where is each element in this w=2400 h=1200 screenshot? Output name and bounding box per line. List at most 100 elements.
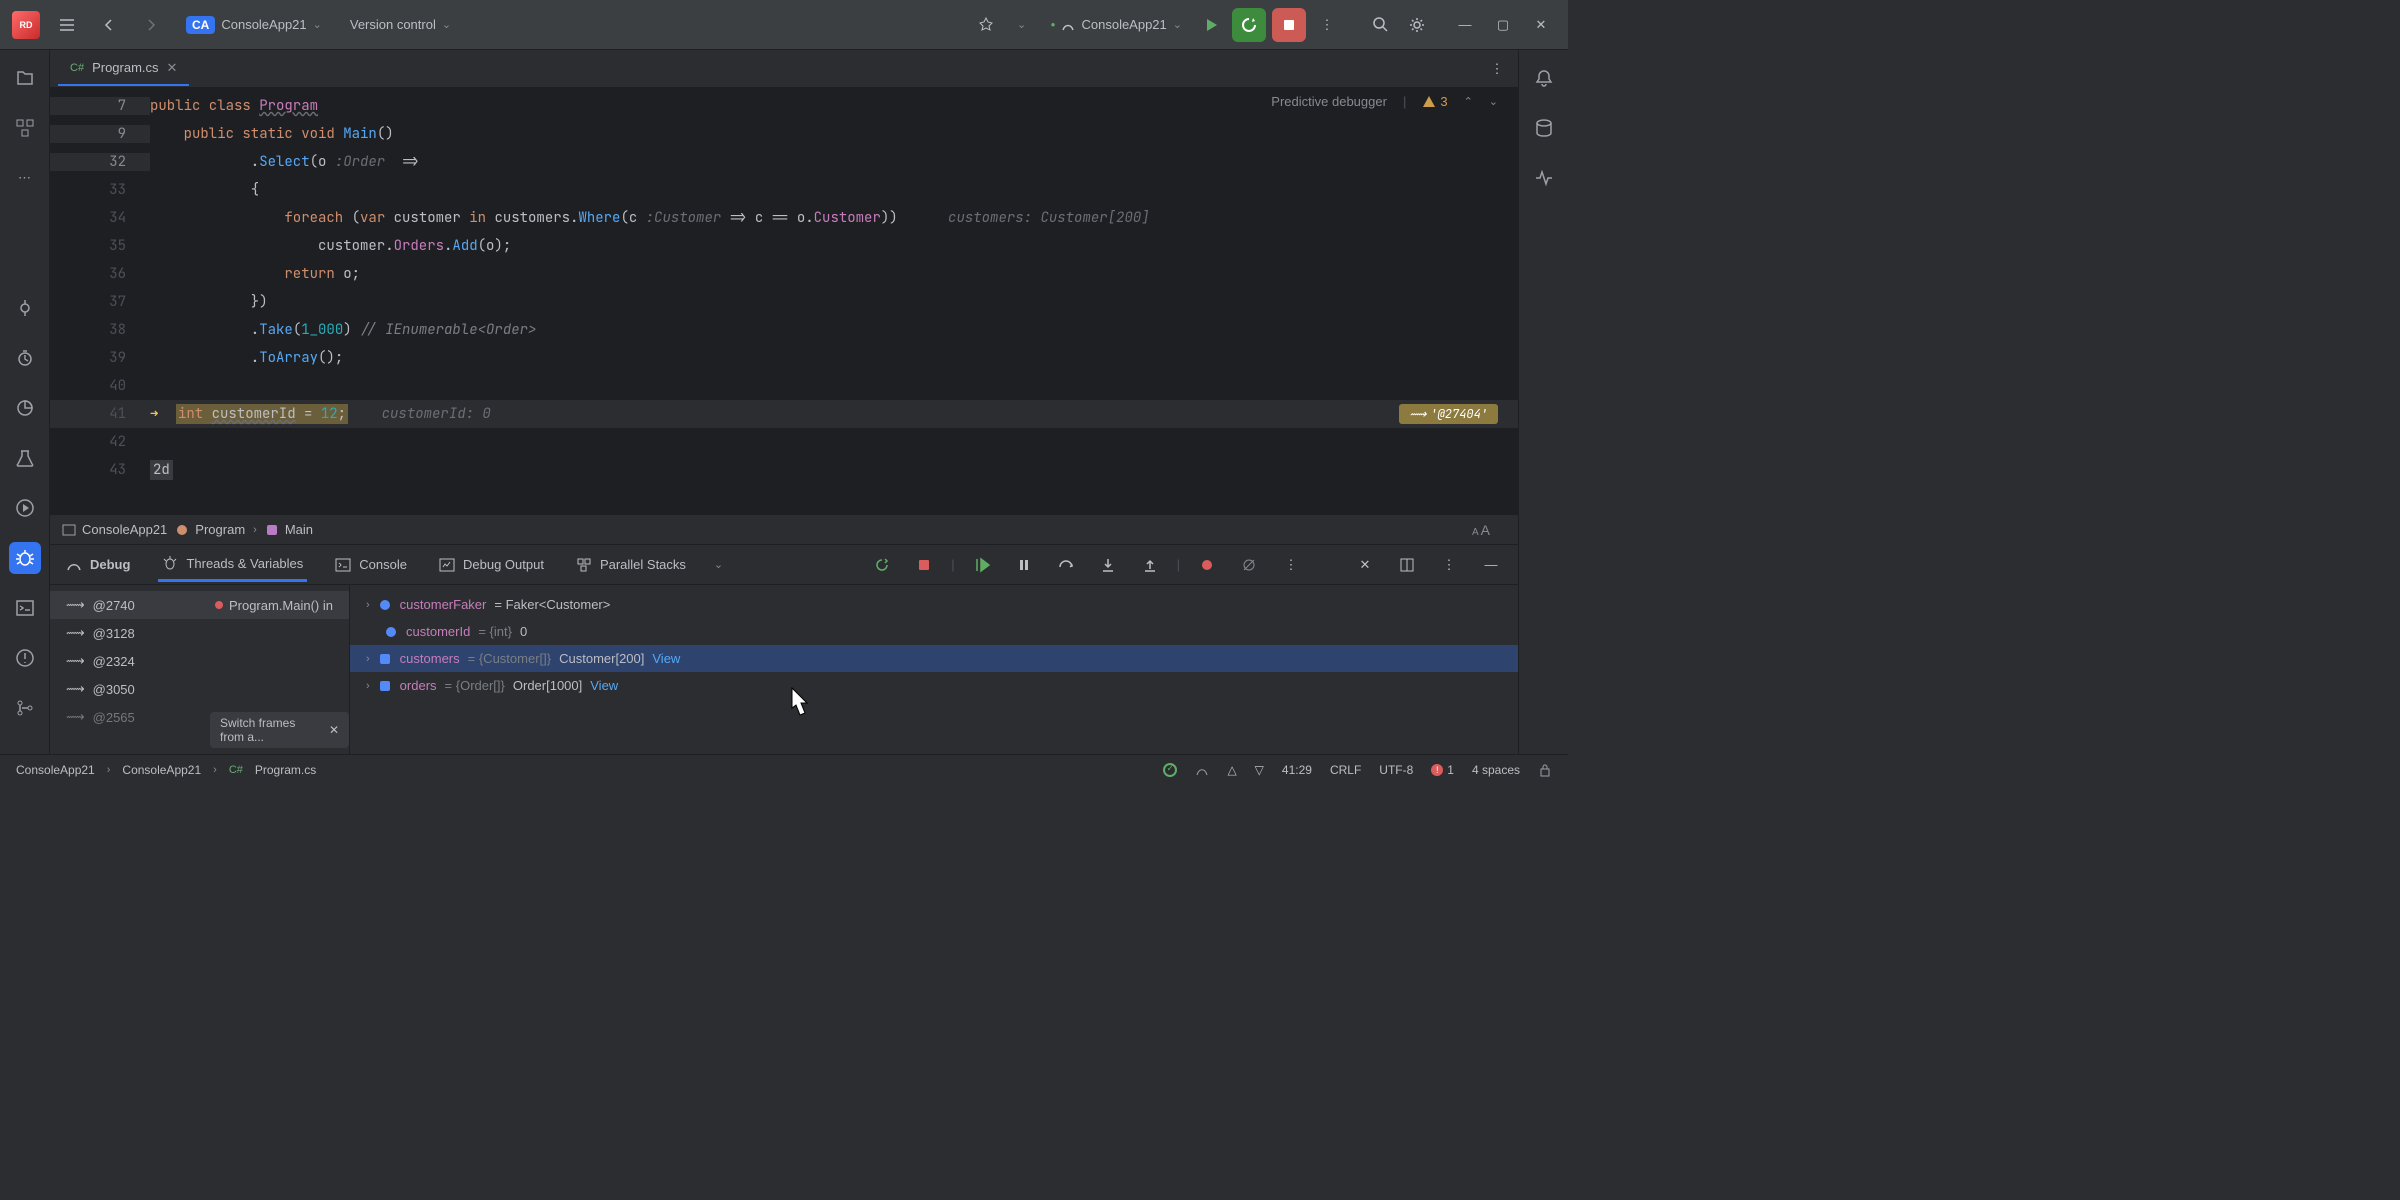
- variable-row[interactable]: ›customers = {Customer[]} Customer[200] …: [350, 645, 1518, 672]
- debug-tab-output[interactable]: Debug Output: [435, 549, 548, 581]
- minimize-icon[interactable]: —: [1450, 10, 1480, 40]
- problems-icon[interactable]: [9, 642, 41, 674]
- gear-icon[interactable]: [1402, 10, 1432, 40]
- run-icon[interactable]: [1196, 10, 1226, 40]
- more-icon[interactable]: ⋮: [1312, 10, 1342, 40]
- editor-tabs: C# Program.cs ✕ ⋮: [50, 50, 1518, 88]
- encoding[interactable]: UTF-8: [1379, 763, 1413, 777]
- step-over-icon[interactable]: [1051, 550, 1081, 580]
- resume-icon[interactable]: [967, 550, 997, 580]
- line-separator[interactable]: CRLF: [1330, 763, 1361, 777]
- restart-button[interactable]: [1232, 8, 1266, 42]
- thread-item[interactable]: ⟿@3128: [50, 619, 349, 647]
- thread-marker[interactable]: ⟿'@27404': [1399, 404, 1498, 424]
- more-tools-icon[interactable]: ⋯: [9, 162, 41, 194]
- more-icon[interactable]: ⋮: [1276, 550, 1306, 580]
- timer-icon[interactable]: [9, 342, 41, 374]
- maximize-icon[interactable]: ▢: [1488, 10, 1518, 40]
- build-icon[interactable]: [971, 10, 1001, 40]
- code-breadcrumb: ConsoleApp21 Program › Main AA: [50, 514, 1518, 544]
- database-icon[interactable]: [1528, 112, 1560, 144]
- variable-row[interactable]: customerId = {int} 0: [350, 618, 1518, 645]
- debug-tab-console[interactable]: Console: [331, 549, 411, 581]
- forward-icon[interactable]: [136, 10, 166, 40]
- structure-icon[interactable]: [9, 112, 41, 144]
- step-out-icon[interactable]: [1135, 550, 1165, 580]
- close-panel-icon[interactable]: ✕: [1350, 550, 1380, 580]
- file-tab[interactable]: C# Program.cs ✕: [58, 52, 189, 86]
- error-count[interactable]: !1: [1431, 763, 1454, 777]
- code-editor[interactable]: Predictive debugger | 3 ⌃ ⌄ 7public clas…: [50, 88, 1518, 514]
- cursor-position[interactable]: 41:29: [1282, 763, 1312, 777]
- debug-config-icon: [1061, 18, 1075, 32]
- variables-list: ›customerFaker = Faker<Customer> custome…: [350, 585, 1518, 754]
- breadcrumb-item[interactable]: Program: [175, 522, 245, 537]
- run-tool-icon[interactable]: [9, 492, 41, 524]
- debug-tab-stacks[interactable]: Parallel Stacks: [572, 549, 690, 581]
- nav-up-icon[interactable]: △: [1227, 763, 1236, 777]
- view-link[interactable]: View: [590, 678, 618, 693]
- stop-button[interactable]: [1272, 8, 1306, 42]
- nav-up-icon[interactable]: ⌃: [1464, 95, 1473, 108]
- breadcrumb-item[interactable]: Main: [265, 522, 313, 537]
- thread-item[interactable]: ⟿@2324: [50, 647, 349, 675]
- view-link[interactable]: View: [652, 651, 680, 666]
- nav-down-icon[interactable]: ⌄: [1489, 95, 1498, 108]
- pause-icon[interactable]: [1009, 550, 1039, 580]
- commit-icon[interactable]: [9, 292, 41, 324]
- nav-down-icon[interactable]: ▽: [1255, 763, 1264, 777]
- thread-item[interactable]: ⟿@2740Program.Main() in: [50, 591, 349, 619]
- close-tab-icon[interactable]: ✕: [167, 60, 178, 76]
- vcs-selector[interactable]: Version control ⌄: [342, 13, 459, 36]
- rerun-icon[interactable]: [867, 550, 897, 580]
- back-icon[interactable]: [94, 10, 124, 40]
- left-toolbar: ⋯: [0, 50, 50, 754]
- close-icon[interactable]: ✕: [329, 723, 339, 737]
- tab-more-icon[interactable]: ⋮: [1488, 54, 1518, 84]
- project-badge-icon: CA: [186, 16, 215, 34]
- close-icon[interactable]: ✕: [1526, 10, 1556, 40]
- lock-icon[interactable]: [1538, 763, 1552, 777]
- thread-item[interactable]: ⟿@3050: [50, 675, 349, 703]
- debug-tab-main[interactable]: Debug: [62, 549, 134, 581]
- status-path[interactable]: Program.cs: [255, 763, 316, 777]
- chevron-down-icon[interactable]: ⌄: [1007, 10, 1037, 40]
- warnings-badge[interactable]: 3: [1422, 94, 1447, 109]
- stop-icon[interactable]: [909, 550, 939, 580]
- layout-icon[interactable]: [1392, 550, 1422, 580]
- project-icon[interactable]: [9, 62, 41, 94]
- csharp-icon: C#: [229, 764, 243, 776]
- variable-row[interactable]: ›customerFaker = Faker<Customer>: [350, 591, 1518, 618]
- profiler-icon[interactable]: [9, 392, 41, 424]
- font-size-control[interactable]: AA: [1472, 522, 1506, 538]
- hamburger-icon[interactable]: [52, 10, 82, 40]
- mute-breakpoints-icon[interactable]: [1234, 550, 1264, 580]
- notifications-icon[interactable]: [1528, 62, 1560, 94]
- indent-setting[interactable]: 4 spaces: [1472, 763, 1520, 777]
- chevron-down-icon: ⌄: [442, 18, 451, 31]
- run-config-selector[interactable]: ● ConsoleApp21 ⌄: [1043, 13, 1190, 36]
- more-icon[interactable]: ⋮: [1434, 550, 1464, 580]
- step-into-icon[interactable]: [1093, 550, 1123, 580]
- status-ok-icon[interactable]: [1163, 763, 1177, 777]
- git-icon[interactable]: [9, 692, 41, 724]
- frame-switcher-popup[interactable]: Switch frames from a...✕: [210, 712, 349, 748]
- chevron-down-icon[interactable]: ⌄: [714, 558, 723, 571]
- breakpoint-icon[interactable]: [126, 407, 140, 421]
- status-skip-icon[interactable]: [1195, 763, 1209, 777]
- predictive-debugger-label[interactable]: Predictive debugger: [1271, 94, 1387, 109]
- debug-tool-icon[interactable]: [9, 542, 41, 574]
- tests-icon[interactable]: [9, 442, 41, 474]
- debug-tab-threads[interactable]: Threads & Variables: [158, 547, 307, 582]
- project-selector[interactable]: CA ConsoleApp21 ⌄: [178, 12, 330, 38]
- pulse-icon[interactable]: [1528, 162, 1560, 194]
- search-icon[interactable]: [1366, 10, 1396, 40]
- status-path[interactable]: ConsoleApp21: [122, 763, 201, 777]
- status-path[interactable]: ConsoleApp21: [16, 763, 95, 777]
- chevron-down-icon: ⌄: [1173, 18, 1182, 31]
- minimize-panel-icon[interactable]: —: [1476, 550, 1506, 580]
- terminal-icon[interactable]: [9, 592, 41, 624]
- variable-row[interactable]: ›orders = {Order[]} Order[1000] View: [350, 672, 1518, 699]
- view-breakpoints-icon[interactable]: [1192, 550, 1222, 580]
- breadcrumb-item[interactable]: ConsoleApp21: [62, 522, 167, 537]
